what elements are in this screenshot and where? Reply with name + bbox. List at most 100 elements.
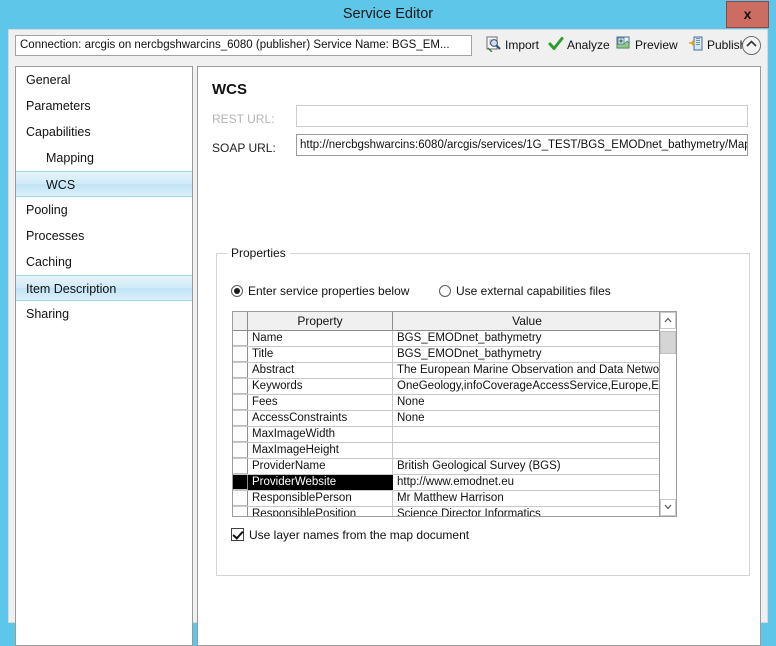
table-row[interactable]: MaxImageHeight [233,443,661,459]
cell-value[interactable]: The European Marine Observation and Data… [393,363,661,378]
table-header-row: Property Value [233,312,661,331]
radio-external-label: Use external capabilities files [456,284,611,298]
row-selector[interactable] [233,363,248,378]
table-row[interactable]: Keywords OneGeology,infoCoverageAccessSe… [233,379,661,395]
sidebar-item-item-description[interactable]: Item Description [16,275,192,301]
chevron-up-icon [746,40,757,47]
cell-value[interactable]: Science Director Informatics [393,507,661,516]
row-selector[interactable] [233,491,248,506]
sidebar-item-general[interactable]: General [16,67,192,93]
cell-value[interactable] [393,443,661,458]
cell-property[interactable]: Fees [248,395,393,410]
cell-value[interactable]: OneGeology,infoCoverageAccessService,Eur… [393,379,661,394]
table-row[interactable]: Fees None [233,395,661,411]
cell-property[interactable]: Name [248,331,393,346]
cell-property[interactable]: AccessConstraints [248,411,393,426]
sidebar-item-label: Item Description [26,282,117,296]
connection-toolbar: Connection: arcgis on nercbgshwarcins_60… [9,30,767,60]
radio-enter-service-properties[interactable]: Enter service properties below [231,284,409,298]
table-row[interactable]: Abstract The European Marine Observation… [233,363,661,379]
cell-property[interactable]: Abstract [248,363,393,378]
soap-url-label: SOAP URL: [212,141,276,155]
row-selector[interactable] [233,379,248,394]
table-row[interactable]: ResponsiblePerson Mr Matthew Harrison [233,491,661,507]
table-vertical-scrollbar[interactable] [659,312,676,516]
sidebar-item-mapping[interactable]: Mapping [16,145,192,171]
close-button[interactable]: x [726,1,769,28]
row-selector[interactable] [233,459,248,474]
row-selector[interactable] [233,427,248,442]
import-button[interactable]: Import [486,35,539,56]
sidebar-item-label: Parameters [26,99,91,113]
row-selector[interactable] [233,347,248,362]
column-header-property[interactable]: Property [248,312,393,330]
sidebar-item-parameters[interactable]: Parameters [16,93,192,119]
soap-url-field[interactable]: http://nercbgshwarcins:6080/arcgis/servi… [296,134,748,156]
window-title: Service Editor [342,6,434,22]
sidebar-item-wcs[interactable]: WCS [16,171,192,197]
row-selector[interactable] [233,395,248,410]
row-selector-header [233,312,248,330]
table-row[interactable]: ProviderName British Geological Survey (… [233,459,661,475]
cell-property[interactable]: Keywords [248,379,393,394]
row-selector[interactable] [233,475,248,490]
row-selector[interactable] [233,443,248,458]
row-selector[interactable] [233,507,248,516]
preview-icon [616,36,632,52]
table-row-selected[interactable]: ProviderWebsite http://www.emodnet.eu [233,475,661,491]
table-row[interactable]: Name BGS_EMODnet_bathymetry [233,331,661,347]
cell-property[interactable]: MaxImageHeight [248,443,393,458]
analyze-label: Analyze [567,38,610,52]
radio-unselected-icon [439,285,451,297]
preview-button[interactable]: Preview [616,35,678,56]
sidebar-item-caching[interactable]: Caching [16,249,192,275]
preview-label: Preview [635,38,678,52]
sidebar-item-capabilities[interactable]: Capabilities [16,119,192,145]
cell-property[interactable]: Title [248,347,393,362]
analyze-button[interactable]: Analyze [548,35,610,56]
table-row[interactable]: MaxImageWidth [233,427,661,443]
table-row[interactable]: ResponsiblePosition Science Director Inf… [233,507,661,516]
scroll-up-button[interactable] [660,312,676,329]
connection-field[interactable]: Connection: arcgis on nercbgshwarcins_60… [15,35,472,56]
cell-value[interactable]: None [393,395,661,410]
cell-value[interactable]: British Geological Survey (BGS) [393,459,661,474]
cell-value[interactable]: http://www.emodnet.eu [393,475,661,490]
sidebar-item-processes[interactable]: Processes [16,223,192,249]
sidebar-item-label: WCS [46,178,76,192]
cell-property[interactable]: ProviderWebsite [248,475,393,490]
use-layer-names-checkbox[interactable]: Use layer names from the map document [231,528,469,542]
sidebar-item-sharing[interactable]: Sharing [16,301,192,327]
cell-property[interactable]: MaxImageWidth [248,427,393,442]
cell-value[interactable]: BGS_EMODnet_bathymetry [393,331,661,346]
publish-icon [688,36,704,52]
client-area: Connection: arcgis on nercbgshwarcins_60… [8,29,768,646]
publish-button[interactable]: Publish [688,35,746,56]
scroll-down-button[interactable] [660,499,676,516]
chevron-down-icon [664,504,672,510]
table-row[interactable]: AccessConstraints None [233,411,661,427]
service-editor-window: Service Editor x Connection: arcgis on n… [0,0,776,646]
cell-value[interactable]: Mr Matthew Harrison [393,491,661,506]
radio-use-external-capabilities[interactable]: Use external capabilities files [439,284,611,298]
cell-property[interactable]: ProviderName [248,459,393,474]
rest-url-field[interactable] [296,105,748,127]
row-selector[interactable] [233,331,248,346]
sidebar-item-pooling[interactable]: Pooling [16,197,192,223]
cell-property[interactable]: ResponsiblePosition [248,507,393,516]
cell-value[interactable]: BGS_EMODnet_bathymetry [393,347,661,362]
cell-property[interactable]: ResponsiblePerson [248,491,393,506]
table-row[interactable]: Title BGS_EMODnet_bathymetry [233,347,661,363]
sidebar-item-label: Mapping [46,151,94,165]
title-bar: Service Editor x [0,0,776,29]
row-selector[interactable] [233,411,248,426]
column-header-value[interactable]: Value [393,312,661,330]
collapse-toolbar-button[interactable] [742,36,761,55]
scrollbar-thumb[interactable] [660,331,676,354]
cell-value[interactable] [393,427,661,442]
checkbox-checked-icon [231,528,244,541]
properties-groupbox: Properties Enter service properties belo… [216,246,750,576]
cell-value[interactable]: None [393,411,661,426]
rest-url-label: REST URL: [212,112,275,126]
import-icon [486,36,502,53]
